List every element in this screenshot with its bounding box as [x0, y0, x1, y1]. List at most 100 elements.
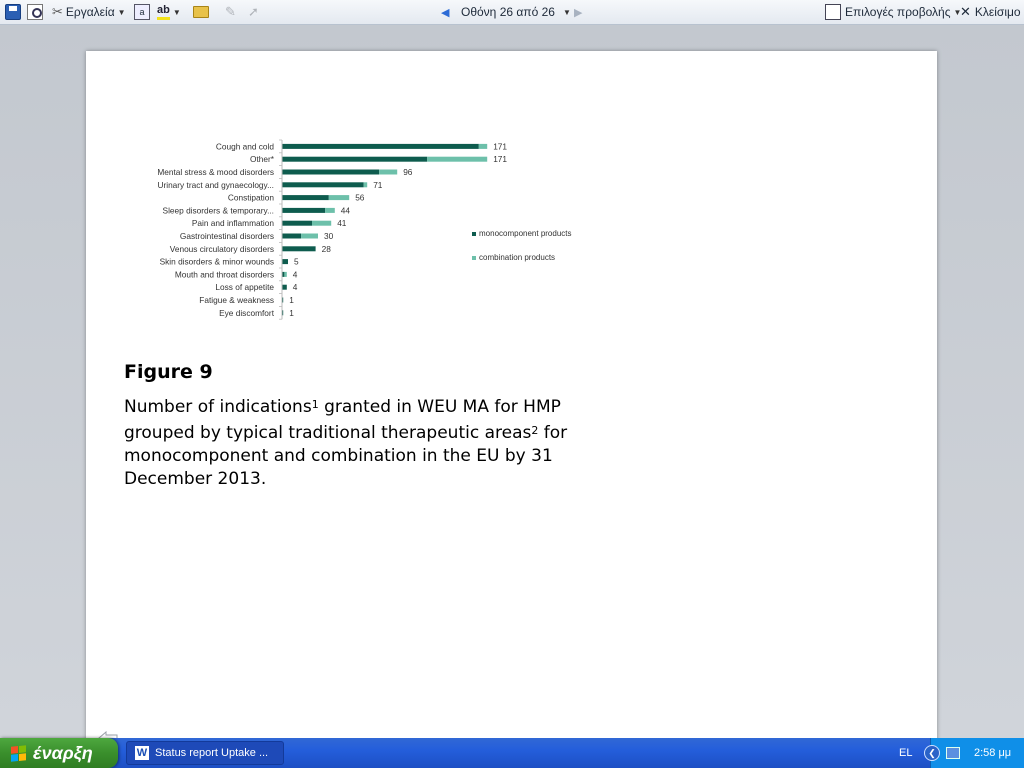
bar-combination: [312, 220, 332, 226]
view-options-menu[interactable]: Επιλογές προβολής ▼: [825, 0, 961, 24]
data-label: 4: [293, 269, 298, 279]
screen-label: Οθόνη 26 από 26: [461, 5, 555, 19]
data-label: 171: [493, 141, 507, 151]
bar-combination: [478, 143, 488, 149]
system-tray: ❮ 2:58 μμ: [924, 738, 1024, 768]
data-label: 5: [294, 257, 299, 267]
start-label: έναρξη: [33, 742, 93, 763]
data-label: 71: [373, 180, 383, 190]
highlight-icon: ab: [157, 4, 170, 20]
bar-monocomponent: [282, 207, 326, 213]
category-label: Venous circulatory disorders: [170, 244, 274, 254]
bar-monocomponent: [282, 259, 288, 265]
data-label: 1: [289, 308, 294, 318]
category-label: Other*: [250, 154, 275, 164]
chevron-down-icon: ▼: [562, 7, 571, 17]
bar-monocomponent: [282, 156, 428, 162]
network-icon[interactable]: [946, 747, 960, 759]
tools-icon: ✂: [52, 4, 63, 19]
category-label: Pain and inflammation: [192, 218, 274, 228]
folder-button[interactable]: [193, 0, 209, 24]
tools-label: Εργαλεία: [65, 5, 115, 19]
language-indicator[interactable]: EL: [899, 747, 912, 759]
category-label: Urinary tract and gynaecology...: [157, 180, 274, 190]
reading-workspace: Cough and cold 171 Other* 171 Mental stress …: [0, 25, 1024, 759]
bar-monocomponent: [282, 169, 380, 175]
data-label: 28: [322, 244, 332, 254]
data-label: 1: [289, 295, 294, 305]
category-label: Sleep disorders & temporary...: [163, 205, 274, 215]
bar-monocomponent: [282, 182, 364, 188]
tag-icon: ➚: [248, 4, 259, 19]
screen-selector[interactable]: Οθόνη 26 από 26 ▼: [461, 0, 571, 24]
save-button[interactable]: [5, 0, 21, 24]
category-label: Loss of appetite: [215, 282, 274, 292]
footnote-ref: 1: [311, 398, 319, 411]
bar-combination: [325, 207, 335, 213]
category-label: Constipation: [228, 193, 275, 203]
category-label: Mental stress & mood disorders: [157, 167, 274, 177]
data-label: 171: [493, 154, 507, 164]
indications-bar-chart: Cough and cold 171Other* 171Mental stress …: [157, 139, 572, 320]
bar-combination: [427, 156, 488, 162]
folder-icon: [193, 6, 209, 18]
research-button[interactable]: a: [134, 0, 150, 24]
bar-combination: [284, 271, 287, 277]
bar-monocomponent: [282, 246, 316, 252]
taskbar: έναρξη W Status report Uptake ... EL ❮ 2…: [0, 738, 1024, 768]
close-icon: ✕: [960, 4, 971, 19]
bar-monocomponent: [282, 220, 312, 226]
save-icon: [5, 4, 21, 20]
next-screen-button[interactable]: ▶: [574, 0, 582, 24]
category-label: Cough and cold: [216, 141, 275, 151]
highlight-button[interactable]: ab ▼: [157, 0, 181, 24]
research-icon: a: [134, 4, 150, 20]
data-label: 96: [403, 167, 413, 177]
category-label: Eye discomfort: [219, 308, 275, 318]
legend-swatch: [472, 256, 476, 260]
tray-expand-icon[interactable]: ❮: [924, 745, 940, 761]
triangle-right-icon: ▶: [574, 6, 583, 19]
data-label: 44: [341, 205, 351, 215]
chevron-down-icon: ▼: [172, 7, 181, 17]
document-page: Cough and cold 171 Other* 171 Mental stress …: [86, 51, 937, 759]
view-options-icon: [825, 4, 841, 20]
data-label: 56: [355, 193, 365, 203]
data-label: 41: [337, 218, 347, 228]
bar-combination: [379, 169, 398, 175]
legend-swatch: [472, 232, 476, 236]
triangle-left-icon: ◀: [441, 6, 450, 19]
bar-monocomponent: [282, 143, 479, 149]
windows-logo-icon: [11, 744, 26, 762]
previous-screen-button[interactable]: ◀: [441, 0, 449, 24]
taskbar-item-document[interactable]: W Status report Uptake ...: [126, 741, 284, 765]
taskbar-item-label: Status report Uptake ...: [155, 747, 269, 759]
pen-icon: ✎: [225, 4, 236, 19]
print-preview-button[interactable]: [27, 0, 43, 24]
data-label: 4: [293, 282, 298, 292]
bar-monocomponent: [282, 195, 329, 201]
category-label: Skin disorders & minor wounds: [160, 257, 274, 267]
magnifier-icon: [27, 4, 43, 20]
tools-menu[interactable]: ✂ Εργαλεία ▼: [52, 0, 126, 24]
category-label: Fatigue & weakness: [199, 295, 274, 305]
figure-title: Figure 9: [124, 361, 213, 383]
close-label: Κλείσιμο: [974, 5, 1021, 19]
category-label: Gastrointestinal disorders: [180, 231, 274, 241]
edit-button[interactable]: ✎: [225, 0, 236, 24]
bar-monocomponent: [282, 233, 302, 239]
start-button[interactable]: έναρξη: [0, 738, 118, 768]
bar-monocomponent: [282, 284, 287, 290]
tag-button[interactable]: ➚: [248, 0, 259, 24]
bar-combination: [301, 233, 318, 239]
caption-text: Number of indications: [124, 397, 312, 417]
figure-caption: Number of indications1 granted in WEU MA…: [124, 393, 594, 491]
legend-label: monocomponent products: [479, 229, 572, 238]
toolbar: ✂ Εργαλεία ▼ a ab ▼ ✎ ➚ ◀ Οθόνη 26 από 2…: [0, 0, 1024, 25]
view-options-label: Επιλογές προβολής: [845, 5, 951, 19]
close-button[interactable]: ✕ Κλείσιμο: [960, 0, 1021, 24]
category-label: Mouth and throat disorders: [175, 269, 274, 279]
legend-label: combination products: [479, 253, 555, 262]
data-label: 30: [324, 231, 334, 241]
clock[interactable]: 2:58 μμ: [974, 747, 1011, 759]
